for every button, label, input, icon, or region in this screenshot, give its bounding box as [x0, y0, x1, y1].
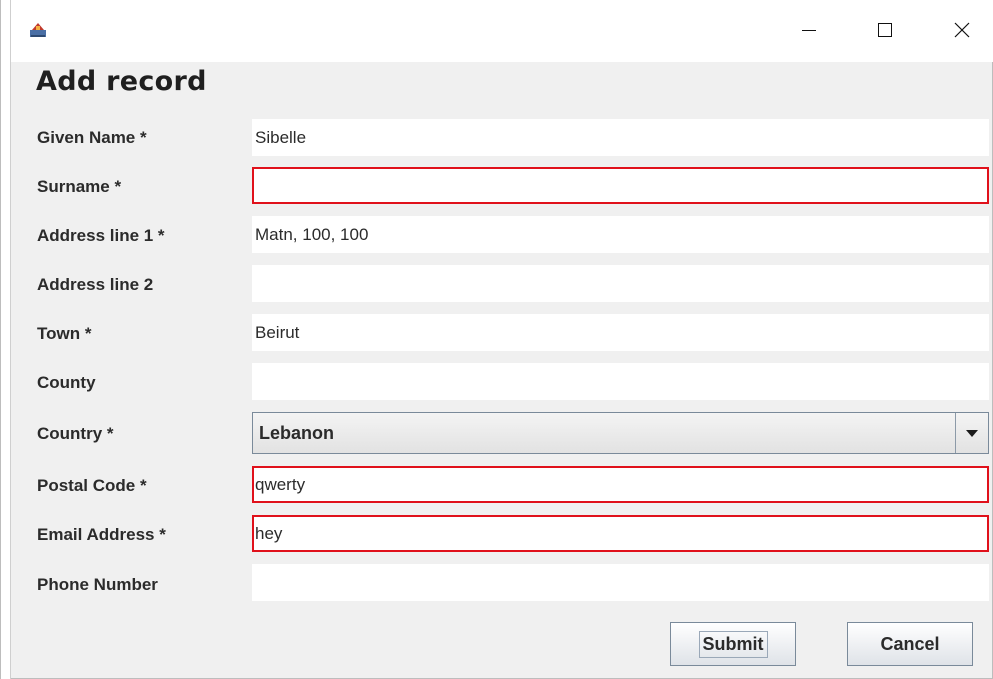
address-line-1-field[interactable] [252, 216, 989, 253]
cancel-button[interactable]: Cancel [847, 622, 973, 666]
country-label: Country * [37, 424, 114, 443]
chevron-down-icon [966, 430, 978, 437]
address-line-2-label: Address line 2 [37, 275, 154, 294]
phone-number-field[interactable] [252, 564, 989, 601]
surname-label: Surname * [37, 177, 122, 196]
window-left-edge [1, 0, 11, 679]
address-line-2-field[interactable] [252, 265, 989, 302]
page-title: Add record [36, 66, 207, 97]
title-bar[interactable] [11, 0, 993, 62]
county-label: County [37, 373, 96, 392]
town-label: Town * [37, 324, 92, 343]
postal-code-field[interactable] [252, 466, 989, 503]
country-selected-value: Lebanon [259, 423, 334, 443]
minimize-button[interactable] [786, 8, 832, 52]
given-name-field[interactable] [252, 119, 989, 156]
email-address-label: Email Address * [37, 525, 166, 544]
email-address-field[interactable] [252, 515, 989, 552]
submit-button-label: Submit [698, 630, 768, 658]
submit-button[interactable]: Submit [670, 622, 796, 666]
postal-code-label: Postal Code * [37, 476, 147, 495]
close-button[interactable] [939, 8, 985, 52]
country-dropdown-button[interactable] [955, 413, 988, 453]
country-select[interactable]: Lebanon [252, 412, 989, 454]
minimize-icon [802, 30, 816, 31]
java-app-icon [29, 21, 47, 39]
close-icon [954, 22, 970, 38]
given-name-label: Given Name * [37, 128, 147, 147]
maximize-icon [878, 23, 892, 37]
address-line-1-label: Address line 1 * [37, 226, 165, 245]
county-field[interactable] [252, 363, 989, 400]
surname-field[interactable] [252, 167, 989, 204]
maximize-button[interactable] [862, 8, 908, 52]
phone-number-label: Phone Number [37, 575, 158, 594]
town-field[interactable] [252, 314, 989, 351]
add-record-window: Add record Given Name * Surname * Addres… [0, 0, 993, 679]
